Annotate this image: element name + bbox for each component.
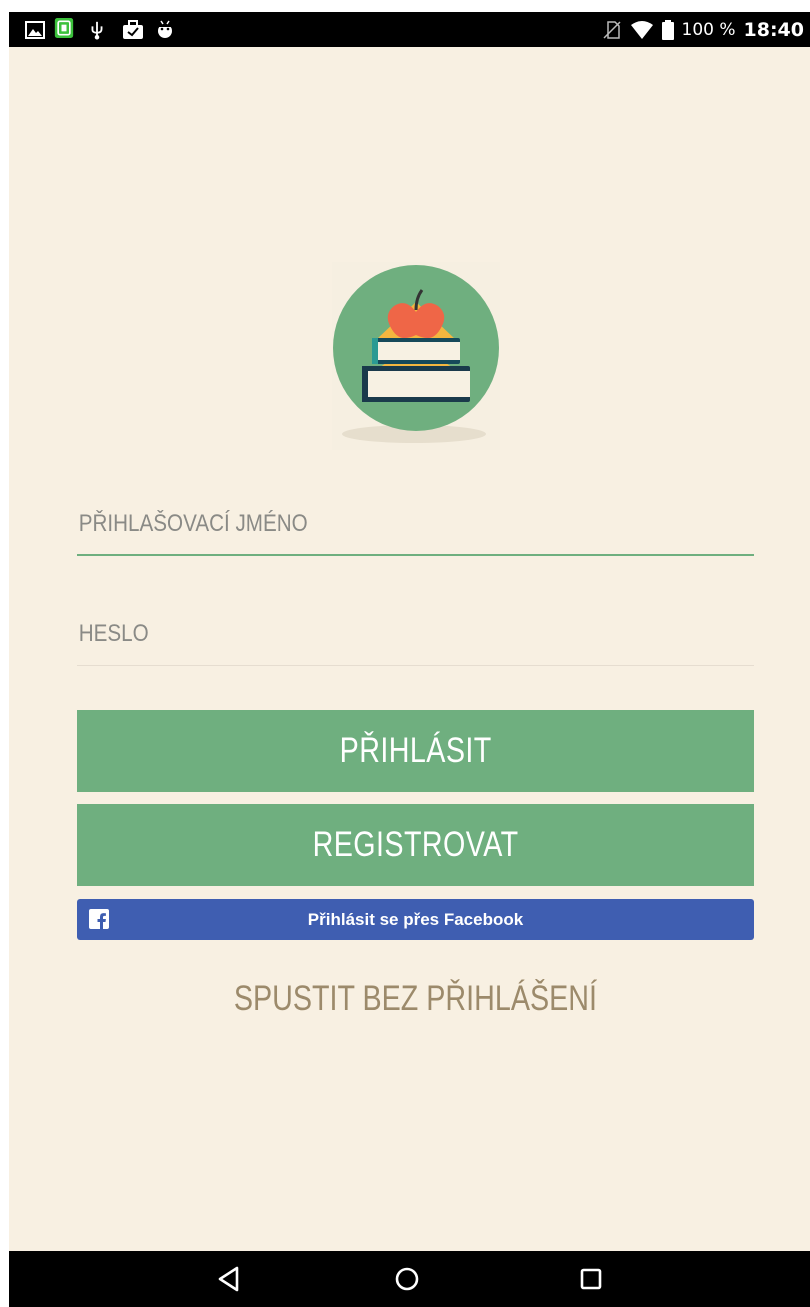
recents-square-icon[interactable] — [575, 1263, 607, 1295]
books-apple-logo-icon — [332, 262, 500, 450]
skip-login-link[interactable]: SPUSTIT BEZ PŘIHLÁŠENÍ — [77, 974, 754, 1024]
status-bar: 100 % 18:40 — [9, 12, 810, 47]
password-field[interactable] — [77, 606, 754, 666]
facebook-login-button[interactable]: Přihlásit se přes Facebook — [77, 899, 754, 940]
battery-percentage: 100 % — [681, 19, 736, 40]
no-sim-icon — [602, 20, 621, 39]
login-button-label: PŘIHLÁSIT — [339, 731, 492, 770]
back-triangle-icon[interactable] — [213, 1263, 245, 1295]
wifi-icon — [630, 20, 653, 39]
username-field[interactable] — [77, 496, 754, 556]
gallery-icon — [25, 21, 45, 39]
battery-icon — [661, 19, 674, 40]
register-button[interactable]: REGISTROVAT — [77, 804, 754, 886]
username-underline — [77, 554, 754, 556]
password-input[interactable] — [77, 606, 660, 662]
android-icon — [158, 20, 172, 38]
home-circle-icon[interactable] — [391, 1263, 423, 1295]
screen-app-icon — [54, 18, 74, 38]
register-button-label: REGISTROVAT — [312, 825, 519, 864]
login-button[interactable]: PŘIHLÁSIT — [77, 710, 754, 792]
navigation-bar — [9, 1251, 810, 1307]
facebook-icon — [89, 909, 109, 929]
briefcase-icon — [123, 20, 143, 39]
usb-icon — [91, 21, 103, 40]
username-input[interactable] — [77, 496, 660, 552]
password-underline — [77, 665, 754, 666]
clock: 18:40 — [743, 18, 804, 41]
app-screen: 100 % 18:40 PŘIHLÁSIT REGISTRO — [9, 12, 810, 1307]
facebook-login-label: Přihlásit se přes Facebook — [307, 909, 524, 929]
skip-login-label: SPUSTIT BEZ PŘIHLÁŠENÍ — [233, 979, 598, 1018]
